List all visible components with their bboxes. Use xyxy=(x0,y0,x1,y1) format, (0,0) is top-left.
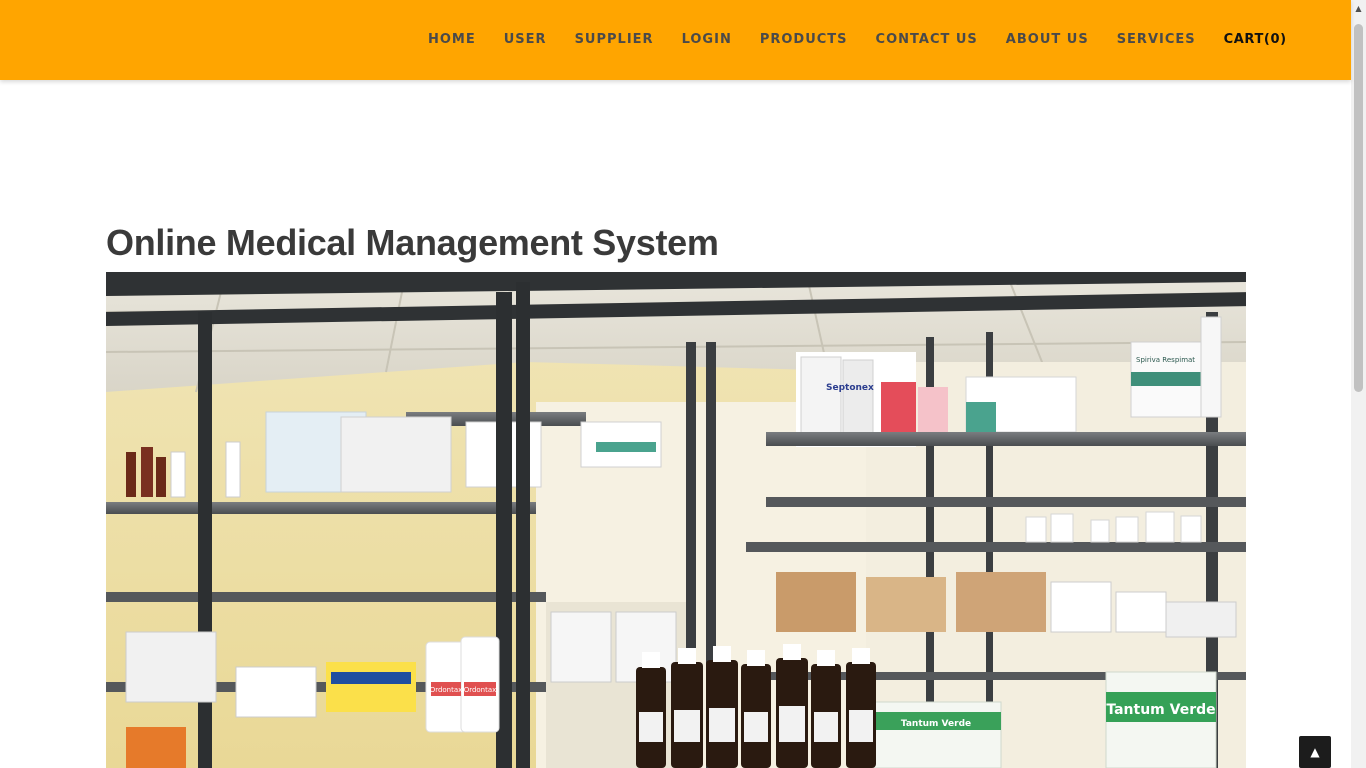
tantum-verde-label-small: Tantum Verde xyxy=(901,719,971,729)
septonex-label: Septonex xyxy=(826,383,874,393)
nav-cart-link[interactable]: CART(0) xyxy=(1224,0,1287,80)
back-to-top-button[interactable]: ▲ xyxy=(1299,736,1331,768)
nav-contact-us-link[interactable]: CONTACT US xyxy=(876,0,978,80)
nav-supplier-link[interactable]: SUPPLIER xyxy=(575,0,654,80)
spiriva-label: Spiriva Respimat xyxy=(1136,356,1195,364)
nav-home-link[interactable]: HOME xyxy=(428,0,476,80)
pharmacy-shelves-illustration: Tantum Verde Tantum Verde Ordontax Ordon… xyxy=(106,272,1246,768)
ordontax-label-2: Ordontax xyxy=(464,686,497,694)
tantum-verde-label: Tantum Verde xyxy=(1106,702,1215,718)
chevron-up-icon: ▲ xyxy=(1310,745,1320,759)
top-navbar: HOME USER SUPPLIER LOGIN PRODUCTS CONTAC… xyxy=(0,0,1351,80)
nav-login-link[interactable]: LOGIN xyxy=(682,0,732,80)
nav-services-link[interactable]: SERVICES xyxy=(1117,0,1196,80)
page-title: Online Medical Management System xyxy=(106,222,719,263)
ordontax-label-1: Ordontax xyxy=(430,686,463,694)
scrollbar-thumb[interactable] xyxy=(1354,24,1363,392)
nav-about-us-link[interactable]: ABOUT US xyxy=(1006,0,1089,80)
nav-user-link[interactable]: USER xyxy=(504,0,547,80)
hero-image: Tantum Verde Tantum Verde Ordontax Ordon… xyxy=(106,272,1246,768)
page-scrollbar[interactable]: ▲ xyxy=(1351,0,1366,768)
scroll-up-arrow-icon[interactable]: ▲ xyxy=(1351,0,1366,17)
nav-products-link[interactable]: PRODUCTS xyxy=(760,0,848,80)
nav-menu: HOME USER SUPPLIER LOGIN PRODUCTS CONTAC… xyxy=(428,0,1287,80)
